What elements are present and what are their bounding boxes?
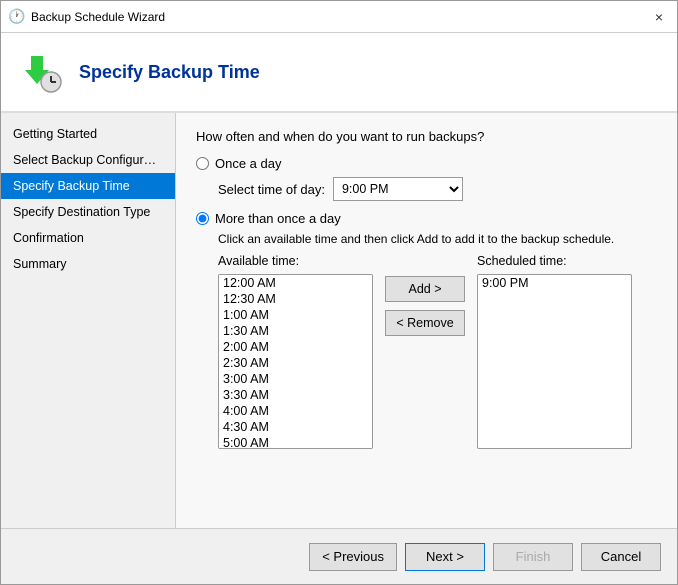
next-button[interactable]: Next > [405,543,485,571]
header-area: Specify Backup Time [1,33,677,113]
available-time-option[interactable]: 1:00 AM [219,307,372,323]
scheduled-time-option[interactable]: 9:00 PM [478,275,631,291]
add-button[interactable]: Add > [385,276,465,302]
more-desc-text: Click an available time and then click A… [218,232,657,246]
once-a-day-radio[interactable] [196,157,209,170]
header-icon [17,48,65,96]
scheduled-label: Scheduled time: [477,254,632,268]
sidebar-item[interactable]: Select Backup Configurat... [1,147,175,173]
available-time-option[interactable]: 3:00 AM [219,371,372,387]
available-time-option[interactable]: 12:00 AM [219,275,372,291]
lists-area: Available time: 12:00 AM12:30 AM1:00 AM1… [218,254,657,449]
finish-button[interactable]: Finish [493,543,573,571]
title-bar-left: 🕐 Backup Schedule Wizard [9,9,165,25]
app-icon: 🕐 [9,9,25,25]
remove-button[interactable]: < Remove [385,310,465,336]
more-than-once-row: More than once a day [196,211,657,226]
sidebar-item[interactable]: Confirmation [1,225,175,251]
cancel-button[interactable]: Cancel [581,543,661,571]
once-a-day-label[interactable]: Once a day [215,156,282,171]
sidebar: Getting StartedSelect Backup Configurat.… [1,113,176,528]
page-title: Specify Backup Time [79,62,260,83]
main-window: 🕐 Backup Schedule Wizard × Specify Backu… [0,0,678,585]
time-select-row: Select time of day: 9:00 PM [218,177,657,201]
previous-button[interactable]: < Previous [309,543,397,571]
time-of-day-dropdown[interactable]: 9:00 PM [333,177,463,201]
more-than-once-label[interactable]: More than once a day [215,211,341,226]
available-time-option[interactable]: 4:00 AM [219,403,372,419]
available-label: Available time: [218,254,373,268]
sidebar-item[interactable]: Specify Destination Type [1,199,175,225]
close-button[interactable]: × [649,7,669,27]
window-title: Backup Schedule Wizard [31,10,165,24]
select-time-label: Select time of day: [218,182,325,197]
available-list-section: Available time: 12:00 AM12:30 AM1:00 AM1… [218,254,373,449]
available-time-option[interactable]: 3:30 AM [219,387,372,403]
available-time-option[interactable]: 4:30 AM [219,419,372,435]
sidebar-item[interactable]: Specify Backup Time [1,173,175,199]
body-area: Getting StartedSelect Backup Configurat.… [1,113,677,528]
available-time-option[interactable]: 1:30 AM [219,323,372,339]
available-times-list[interactable]: 12:00 AM12:30 AM1:00 AM1:30 AM2:00 AM2:3… [218,274,373,449]
footer: < Previous Next > Finish Cancel [1,528,677,584]
sidebar-item[interactable]: Summary [1,251,175,277]
scheduled-times-list[interactable]: 9:00 PM [477,274,632,449]
question-text: How often and when do you want to run ba… [196,129,657,144]
available-time-option[interactable]: 5:00 AM [219,435,372,449]
once-a-day-row: Once a day [196,156,657,171]
sidebar-item[interactable]: Getting Started [1,121,175,147]
content-area: How often and when do you want to run ba… [176,113,677,528]
scheduled-list-section: Scheduled time: 9:00 PM [477,254,632,449]
available-time-option[interactable]: 2:30 AM [219,355,372,371]
available-time-option[interactable]: 2:00 AM [219,339,372,355]
transfer-buttons: Add > < Remove [385,276,465,336]
more-than-once-radio[interactable] [196,212,209,225]
header-icon-wrap [17,48,65,96]
title-bar: 🕐 Backup Schedule Wizard × [1,1,677,33]
available-time-option[interactable]: 12:30 AM [219,291,372,307]
